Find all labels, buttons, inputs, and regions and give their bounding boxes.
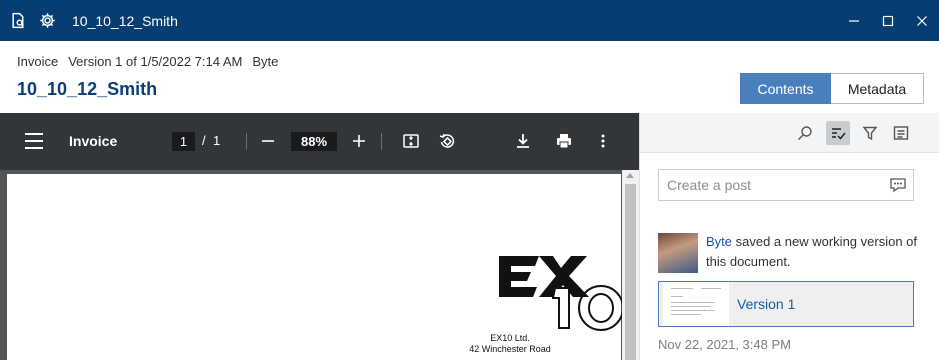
doc-type-label: Invoice — [17, 54, 59, 69]
company-address: EX10 Ltd. 42 Winchester Road — [427, 333, 593, 355]
activity-entry: Byte saved a new working version of this… — [706, 232, 932, 272]
document-page: EX10 Ltd. 42 Winchester Road — [7, 174, 624, 364]
activity-text: saved a new working version of this docu… — [706, 234, 917, 269]
post-placeholder: Create a post — [667, 177, 752, 193]
close-icon[interactable] — [905, 0, 939, 41]
page-title: 10_10_12_Smith — [17, 79, 158, 99]
activity-user-link[interactable]: Byte — [706, 234, 732, 249]
scroll-thumb[interactable] — [625, 184, 636, 360]
page-separator: / — [202, 133, 206, 148]
page-number-input[interactable]: 1 — [172, 132, 195, 151]
search-icon[interactable] — [793, 121, 817, 145]
address-line: 42 Winchester Road — [469, 344, 551, 354]
panel-toolbar — [640, 113, 939, 153]
window-title: 10_10_12_Smith — [72, 12, 178, 29]
version-info: Version 1 of 1/5/2022 7:14 AM — [68, 54, 243, 69]
create-post-input[interactable]: Create a post — [658, 169, 914, 201]
rotate-icon[interactable] — [435, 129, 459, 153]
maximize-icon[interactable] — [871, 0, 905, 41]
total-pages: 1 — [213, 133, 221, 148]
toolbar-divider — [381, 133, 382, 150]
tab-contents[interactable]: Contents — [740, 73, 831, 104]
company-logo — [499, 256, 624, 331]
document-view-icon[interactable] — [0, 0, 36, 41]
pdf-canvas[interactable]: EX10 Ltd. 42 Winchester Road — [0, 170, 639, 364]
details-icon[interactable] — [889, 121, 913, 145]
more-icon[interactable] — [591, 129, 615, 153]
version-card[interactable]: Version 1 — [658, 281, 914, 327]
print-icon[interactable] — [552, 129, 576, 153]
scroll-up-arrow[interactable] — [626, 173, 634, 178]
title-bar: 10_10_12_Smith — [0, 0, 939, 41]
view-switcher: Contents Metadata — [740, 73, 924, 104]
scrollbar[interactable] — [622, 170, 639, 360]
gear-icon[interactable] — [36, 0, 58, 41]
activity-panel: Create a post Byte saved a new working v… — [639, 113, 939, 360]
activity-timestamp: Nov 22, 2021, 3:48 PM — [658, 337, 791, 352]
company-name: EX10 Ltd. — [490, 333, 530, 343]
version-label: Version 1 — [737, 296, 796, 312]
menu-icon[interactable] — [25, 133, 43, 149]
avatar[interactable] — [658, 233, 698, 273]
breadcrumb: Invoice Version 1 of 1/5/2022 7:14 AM By… — [17, 54, 278, 69]
comment-icon[interactable] — [889, 177, 907, 193]
version-thumbnail — [663, 282, 729, 326]
download-icon[interactable] — [511, 129, 535, 153]
tab-metadata[interactable]: Metadata — [831, 73, 924, 104]
viewer-title: Invoice — [69, 133, 118, 149]
fit-page-icon[interactable] — [399, 129, 423, 153]
pdf-viewer: Invoice 1 / 1 88% EX10 Ltd. 42 Wincheste… — [0, 113, 639, 364]
viewer-toolbar: Invoice 1 / 1 88% — [0, 113, 639, 170]
zoom-out-icon[interactable] — [256, 129, 280, 153]
zoom-in-icon[interactable] — [347, 129, 371, 153]
check-list-icon[interactable] — [826, 121, 850, 145]
zoom-level[interactable]: 88% — [291, 132, 337, 151]
filter-icon[interactable] — [858, 121, 882, 145]
minimize-icon[interactable] — [837, 0, 871, 41]
author-label: Byte — [252, 54, 279, 69]
toolbar-divider — [246, 133, 247, 150]
